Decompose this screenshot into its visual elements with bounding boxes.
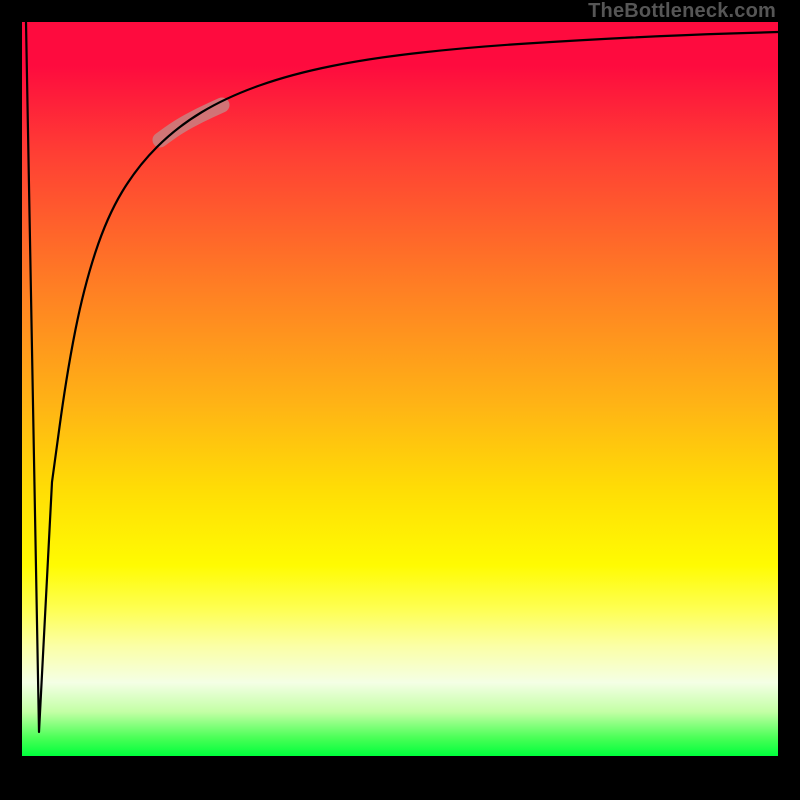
chart-container: TheBottleneck.com — [0, 0, 800, 800]
watermark-text: TheBottleneck.com — [588, 0, 776, 23]
plot-area — [22, 22, 778, 756]
curve-layer — [22, 22, 778, 756]
axis-frame-left — [0, 0, 22, 800]
bottleneck-curve — [26, 22, 778, 732]
axis-frame-bottom — [0, 756, 800, 800]
axis-frame-right — [778, 0, 800, 800]
